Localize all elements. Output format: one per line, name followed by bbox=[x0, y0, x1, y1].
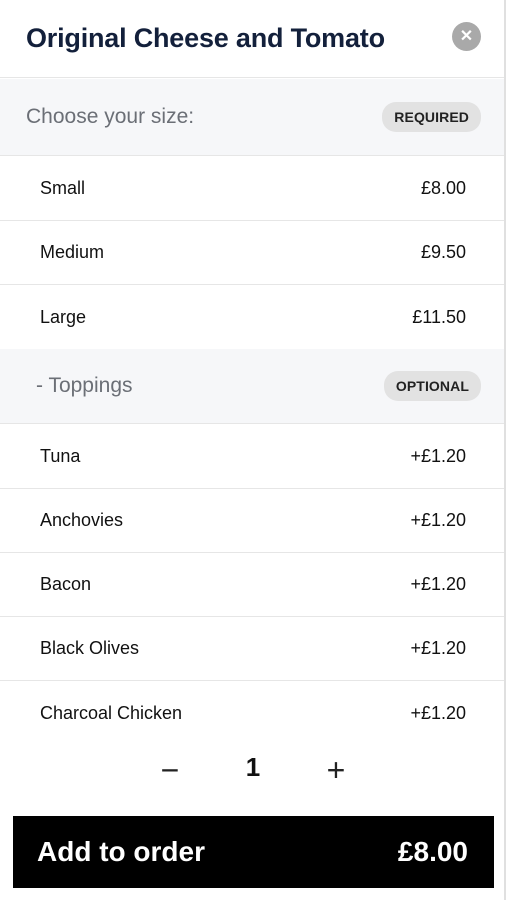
option-price: +£1.20 bbox=[410, 446, 466, 466]
quantity-stepper: − 1 + bbox=[0, 742, 506, 798]
size-option-large[interactable]: Large £11.50 bbox=[0, 285, 506, 349]
size-section-header: Choose your size: REQUIRED bbox=[0, 79, 506, 156]
add-to-order-button[interactable]: Add to order £8.00 bbox=[13, 816, 494, 888]
close-button[interactable]: ✕ bbox=[452, 22, 481, 51]
modal-header: Original Cheese and Tomato bbox=[0, 0, 506, 78]
topping-option-black-olives[interactable]: Black Olives +£1.20 bbox=[0, 617, 506, 681]
option-price: +£1.20 bbox=[410, 702, 466, 723]
plus-icon: + bbox=[326, 751, 346, 788]
add-to-order-label: Add to order bbox=[37, 836, 205, 867]
size-option-medium[interactable]: Medium £9.50 bbox=[0, 221, 506, 285]
close-icon: ✕ bbox=[459, 27, 474, 45]
option-price: +£1.20 bbox=[410, 638, 466, 658]
option-price: +£1.20 bbox=[410, 510, 466, 530]
topping-option-charcoal-chicken[interactable]: Charcoal Chicken +£1.20 bbox=[0, 681, 506, 745]
toppings-section-title: - Toppings bbox=[36, 374, 133, 397]
page-title: Original Cheese and Tomato bbox=[26, 23, 385, 53]
option-name: Black Olives bbox=[40, 638, 140, 658]
option-name: Large bbox=[40, 306, 87, 327]
decrease-quantity-button[interactable]: − bbox=[150, 750, 190, 790]
toppings-section-header: - Toppings OPTIONAL bbox=[0, 349, 506, 424]
topping-option-tuna[interactable]: Tuna +£1.20 bbox=[0, 425, 506, 489]
size-section-title: Choose your size: bbox=[26, 105, 195, 128]
topping-option-anchovies[interactable]: Anchovies +£1.20 bbox=[0, 489, 506, 553]
quantity-value: 1 bbox=[245, 752, 261, 782]
option-price: £9.50 bbox=[420, 242, 466, 262]
increase-quantity-button[interactable]: + bbox=[316, 750, 356, 790]
required-badge: REQUIRED bbox=[382, 102, 481, 132]
option-price: £11.50 bbox=[412, 306, 466, 327]
option-name: Bacon bbox=[40, 574, 92, 594]
option-name: Medium bbox=[40, 242, 105, 262]
option-name: Anchovies bbox=[40, 510, 124, 530]
option-name: Tuna bbox=[40, 446, 81, 466]
option-price: +£1.20 bbox=[410, 574, 466, 594]
add-to-order-price: £8.00 bbox=[397, 836, 468, 867]
option-name: Small bbox=[40, 178, 86, 198]
optional-badge: OPTIONAL bbox=[383, 371, 481, 401]
topping-option-bacon[interactable]: Bacon +£1.20 bbox=[0, 553, 506, 617]
option-name: Charcoal Chicken bbox=[40, 702, 183, 723]
minus-icon: − bbox=[160, 751, 180, 788]
option-price: £8.00 bbox=[420, 178, 466, 198]
size-option-small[interactable]: Small £8.00 bbox=[0, 157, 506, 221]
